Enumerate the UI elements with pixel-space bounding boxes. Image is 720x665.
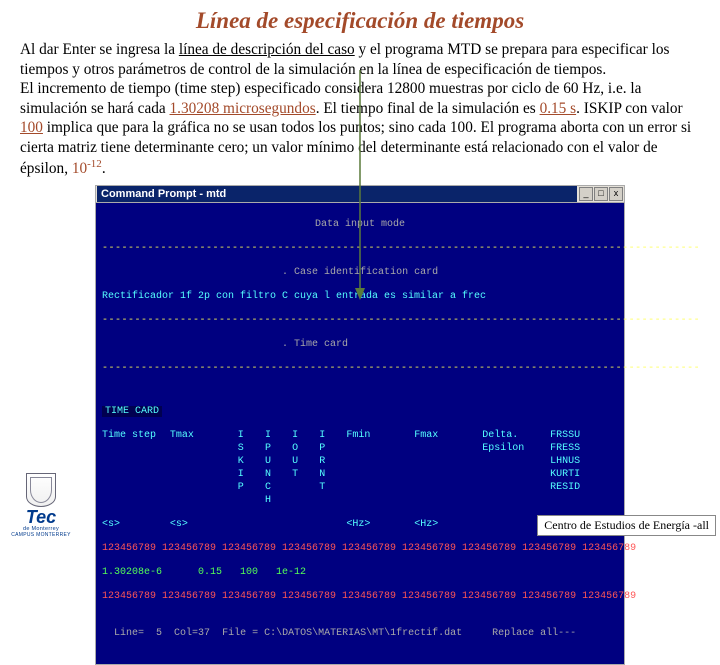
val-timestep: 1.30208e-6 — [102, 566, 162, 579]
logo-brand: Tec — [6, 509, 76, 525]
maximize-button[interactable]: □ — [594, 187, 608, 201]
status-mode: Replace all--- — [492, 628, 576, 639]
unit: <Hz> — [414, 518, 482, 531]
status-line-num: Line= 5 — [114, 628, 162, 639]
col-tmax: Tmax — [170, 429, 238, 507]
value-row: 1.30208e-6 0.15 100 1e-12 — [102, 566, 618, 579]
text: . El tiempo final de la simulación es — [316, 100, 540, 117]
ruler-line: 123456789 123456789 123456789 123456789 … — [102, 542, 618, 555]
body-paragraph: Al dar Enter se ingresa la línea de desc… — [0, 40, 720, 179]
status-file: File = C:\DATOS\MATERIAS\MT\1frectif.dat — [222, 628, 462, 639]
val-iskip: 100 — [240, 566, 258, 579]
window-caption: Command Prompt - mtd — [97, 186, 577, 202]
col-fmin: Fmin — [346, 429, 414, 507]
terminal-screenshot: Command Prompt - mtd _ □ x Data input mo… — [95, 185, 625, 665]
col-iskip: I S K I P — [238, 429, 265, 507]
case-line: Rectificador 1f 2p con filtro C cuya l e… — [102, 290, 618, 303]
divider-dots: ----------------------------------------… — [102, 362, 618, 375]
red-exponent: -12 — [87, 158, 102, 170]
col-ipunch: I P U N C H — [265, 429, 292, 507]
column-headers: Time step Tmax I S K I P I P U N C H I O… — [102, 429, 618, 507]
col-delta: Delta. Epsilon — [482, 429, 550, 507]
window-buttons: _ □ x — [578, 186, 624, 202]
page-title: Línea de especificación de tiempos — [0, 0, 720, 40]
text: . — [102, 161, 106, 178]
col-fmax: Fmax — [414, 429, 482, 507]
val-epsilon: 1e-12 — [276, 566, 306, 579]
red-value: 1.30208 microsegundos — [170, 100, 316, 117]
red-value: 10 — [72, 161, 87, 178]
card-label: . — [282, 339, 294, 350]
val-tmax: 0.15 — [180, 566, 222, 579]
time-card-header: TIME CARD — [102, 406, 162, 417]
terminal-body: Data input mode ------------------------… — [95, 203, 625, 665]
unit: <Hz> — [346, 518, 414, 531]
minimize-button[interactable]: _ — [579, 187, 593, 201]
col-iprnt: I P R N T — [319, 429, 346, 507]
divider-dots: ----------------------------------------… — [102, 242, 618, 255]
blank — [238, 518, 347, 531]
close-button[interactable]: x — [609, 187, 623, 201]
text: . ISKIP con valor — [576, 100, 683, 117]
text: Al dar Enter se ingresa la — [20, 41, 179, 58]
text: implica que para la gráfica no se usan t… — [20, 119, 691, 177]
window-titlebar: Command Prompt - mtd _ □ x — [95, 185, 625, 203]
unit: <s> — [170, 518, 238, 531]
footer-credit: Centro de Estudios de Energía -all — [537, 515, 716, 536]
tec-logo: Tec de Monterrey CAMPUS MONTERREY — [6, 473, 76, 538]
status-line: Line= 5 Col=37 File = C:\DATOS\MATERIAS\… — [102, 614, 618, 640]
col-timestep: Time step — [102, 429, 170, 507]
shield-icon — [26, 473, 56, 507]
ruler-line: 123456789 123456789 123456789 123456789 … — [102, 590, 618, 603]
status-col: Col=37 — [174, 628, 210, 639]
col-frssu: FRSSU FRESS LHNUS KURTI RESID — [550, 429, 618, 507]
card-label: Time card — [294, 339, 348, 350]
card-label: Case identification card — [294, 267, 438, 278]
red-value: 0.15 s — [540, 100, 577, 117]
unit: <s> — [102, 518, 170, 531]
underlined-phrase: línea de descripción del caso — [179, 41, 355, 58]
blank — [102, 267, 282, 278]
terminal-mode: Data input mode — [315, 219, 405, 230]
card-label: . — [282, 267, 294, 278]
red-value: 100 — [20, 119, 43, 136]
logo-sub2: CAMPUS MONTERREY — [6, 532, 76, 538]
blank — [102, 339, 282, 350]
col-iout: I O U T — [292, 429, 319, 507]
divider-dots: ----------------------------------------… — [102, 314, 618, 327]
